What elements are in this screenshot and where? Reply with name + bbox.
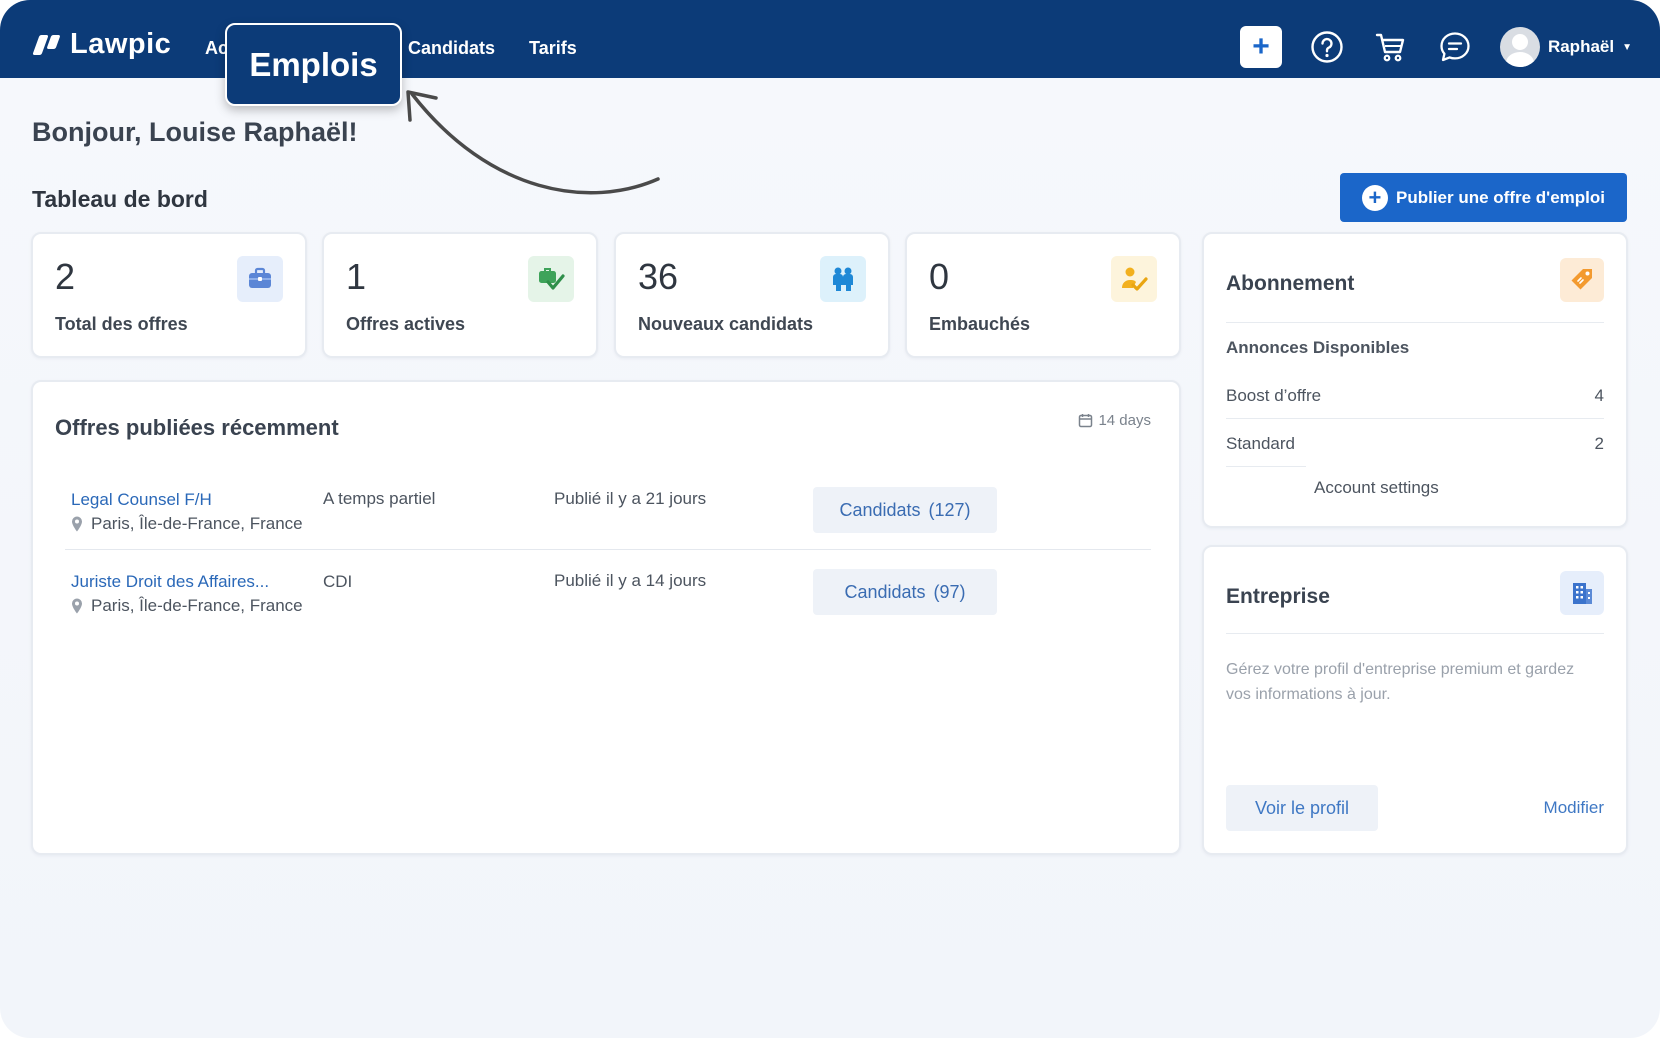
stat-value: 0 [929,256,950,297]
dashboard-title: Tableau de bord [32,186,208,212]
job-title-link[interactable]: Juriste Droit des Affaires... [71,572,269,592]
job-published-date: Publié il y a 14 jours [554,571,707,590]
boost-offer-count: 4 [1594,386,1604,405]
job-contract-type: CDI [323,572,353,591]
calendar-icon [1079,414,1093,428]
job-location-text: Paris, Île-de-France, France [91,596,303,615]
edit-company-link[interactable]: Modifier [1544,798,1604,818]
logo-mark-icon [32,33,62,57]
logo-text: Lawpic [70,28,172,60]
user-menu[interactable]: Raphaël ▼ [1499,27,1632,67]
avatar [1499,27,1540,67]
available-ads-heading: Annonces Disponibles [1226,338,1410,357]
subscription-title: Abonnement [1226,272,1355,295]
view-candidates-button[interactable]: Candidats (97) [813,569,997,615]
tag-icon [1560,258,1604,302]
stat-label: Nouveaux candidats [638,314,814,334]
divider [1226,322,1604,323]
standard-offer-label: Standard [1226,434,1295,453]
people-icon [820,256,866,302]
user-name: Raphaël [1547,37,1615,56]
plus-circle-icon: + [1361,184,1388,211]
view-profile-button[interactable]: Voir le profil [1226,785,1378,831]
recent-offers-title: Offres publiées récemment [55,415,339,440]
divider [1226,418,1604,419]
stat-value: 36 [638,256,679,297]
cart-icon[interactable] [1372,28,1410,66]
job-contract-type: A temps partiel [323,489,436,508]
row-divider [65,549,1151,550]
hired-icon [1111,256,1157,302]
location-pin-icon [72,598,82,614]
publish-job-button[interactable]: + Publier une offre d'emploi [1340,173,1627,222]
publish-job-label: Publier une offre d'emploi [1395,187,1605,207]
date-range-label: 14 days [1098,412,1151,429]
candidates-count: (97) [933,581,966,602]
chevron-down-icon: ▼ [1622,41,1632,53]
stat-label: Total des offres [55,314,188,334]
candidates-count: (127) [928,499,971,520]
stat-card-active-offers[interactable]: 1 Offres actives [322,232,598,358]
standard-offer-row: Standard 2 [1226,434,1604,454]
stat-card-hired[interactable]: 0 Embauchés [905,232,1181,358]
job-title-link[interactable]: Legal Counsel F/H [71,490,212,510]
divider [1226,466,1306,467]
job-location-text: Paris, Île-de-France, France [91,514,303,533]
greeting-heading: Bonjour, Louise Raphaël! [32,117,358,147]
stat-label: Embauchés [929,314,1031,334]
recent-offers-card: Offres publiées récemment 14 days Legal … [31,380,1181,855]
account-settings-link[interactable]: Account settings [1314,478,1439,498]
nav-link-tarifs[interactable]: Tarifs [529,38,577,59]
company-title: Entreprise [1226,585,1330,608]
briefcase-icon [237,256,283,302]
subscription-card: Abonnement Annonces Disponibles Boost d’… [1202,232,1628,528]
boost-offer-row: Boost d’offre 4 [1226,386,1604,406]
stat-label: Offres actives [346,314,466,334]
standard-offer-count: 2 [1594,434,1604,453]
candidates-label: Candidats [844,581,926,602]
pointer-arrow-icon [406,90,660,195]
chat-icon[interactable] [1436,28,1474,66]
emplois-tooltip[interactable]: Emplois [225,23,402,106]
building-icon [1560,571,1604,615]
job-location: Paris, Île-de-France, France [71,596,303,616]
candidates-label: Candidats [839,499,921,520]
boost-offer-label: Boost d’offre [1226,386,1322,405]
nav-link-candidats[interactable]: Candidats [408,38,495,59]
company-description: Gérez votre profil d'entreprise premium … [1226,661,1575,703]
stat-value: 2 [55,256,76,297]
stat-card-total-offers[interactable]: 2 Total des offres [31,232,307,358]
divider [1226,633,1604,634]
logo[interactable]: Lawpic [32,28,171,61]
stat-card-new-candidates[interactable]: 36 Nouveaux candidats [614,232,890,358]
date-range-filter[interactable]: 14 days [1078,412,1151,429]
view-candidates-button[interactable]: Candidats (127) [813,487,997,533]
nav-actions: + Raphaël ▼ [1239,26,1632,68]
job-published-date: Publié il y a 21 jours [554,489,707,508]
app-window: Lawpic Ac Candidats Tarifs + Raphaël ▼ E… [0,0,1660,1038]
job-location: Paris, Île-de-France, France [71,514,303,534]
company-card: Entreprise Gérez votre profil d'entrepri… [1202,545,1628,855]
create-button[interactable]: + [1239,26,1282,68]
stat-value: 1 [346,256,367,297]
help-icon[interactable] [1308,28,1346,66]
check-briefcase-icon [528,256,574,302]
location-pin-icon [72,516,82,532]
